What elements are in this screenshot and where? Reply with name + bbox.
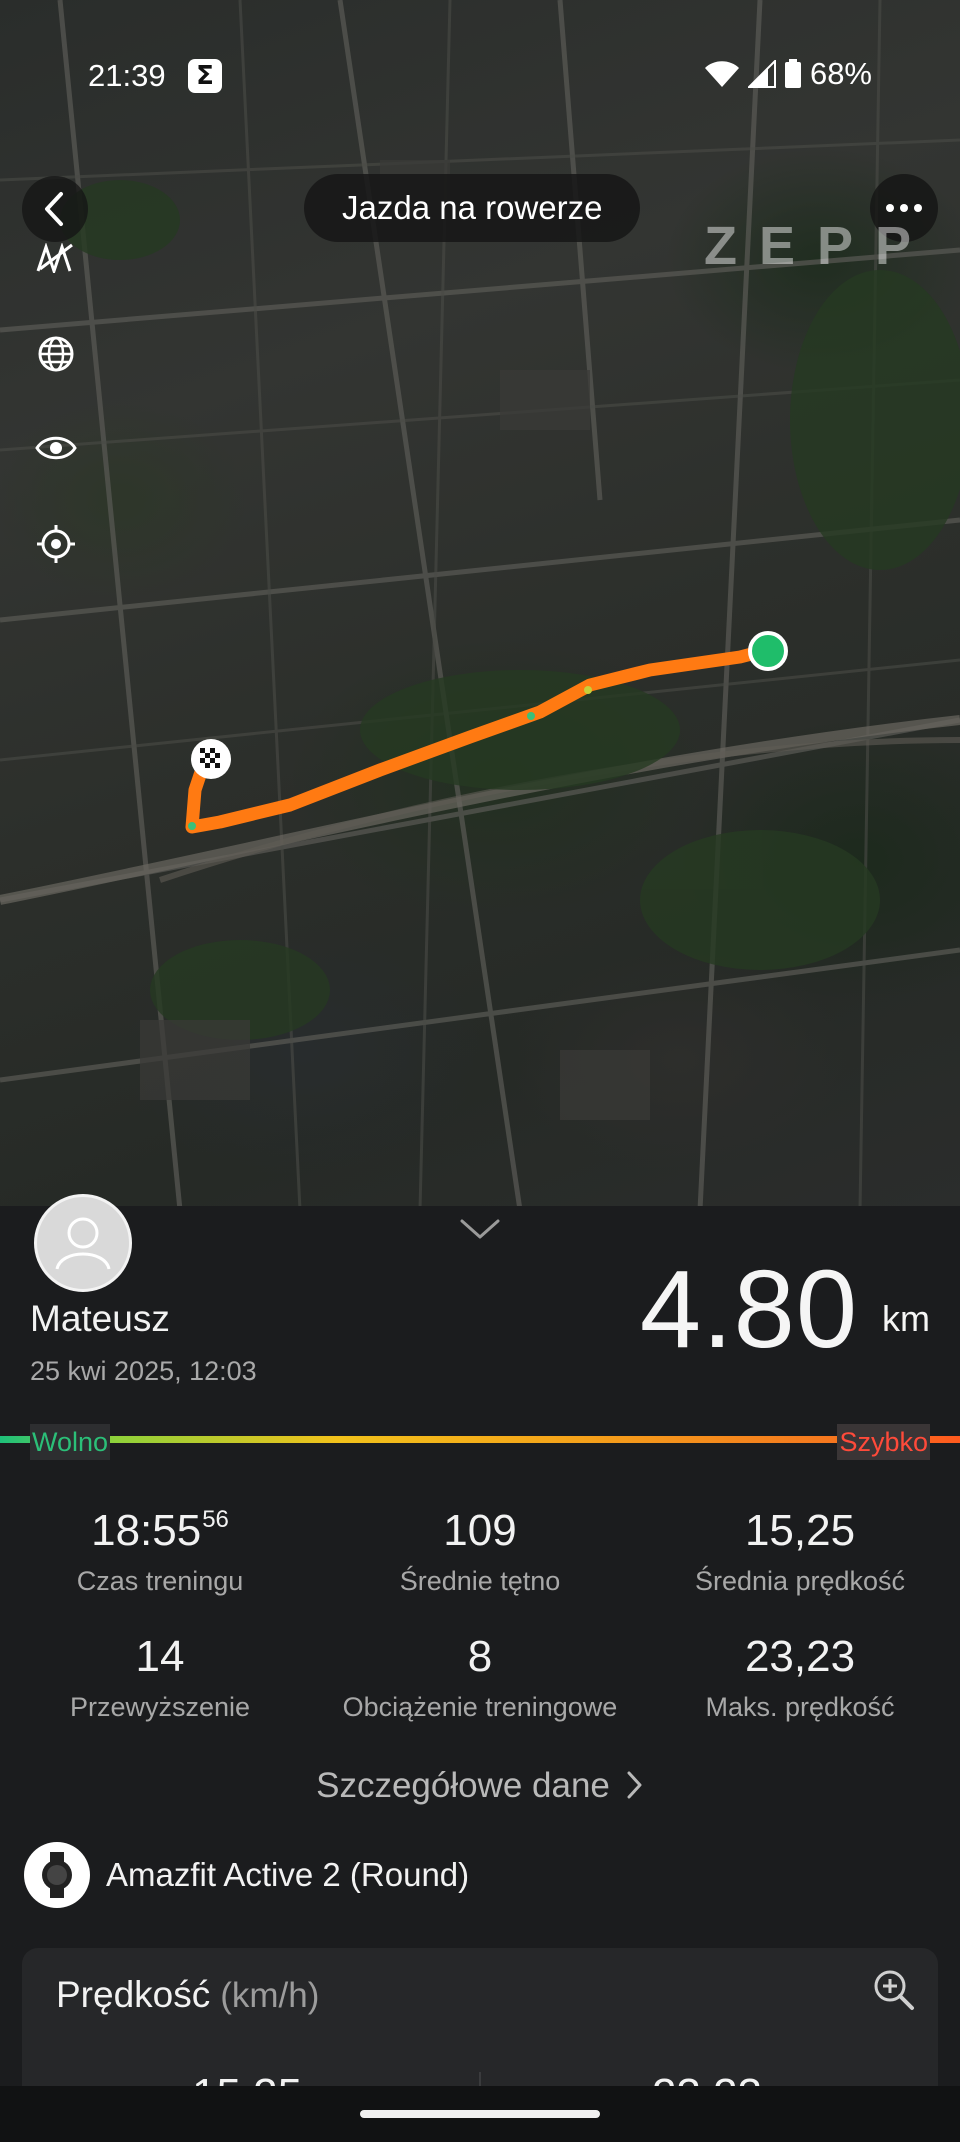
workout-type-title[interactable]: Jazda na rowerze [304, 174, 641, 242]
workout-date: 25 kwi 2025, 12:03 [30, 1356, 257, 1386]
stat-avg-heart-rate: 109 Średnie tętno [320, 1506, 640, 1597]
stat-label: Przewyższenie [69, 1692, 251, 1722]
speed-gradient-bar [0, 1436, 960, 1443]
stat-value: 8 [467, 1632, 493, 1681]
speed-card-unit: (km/h) [220, 1976, 320, 2015]
collapse-panel-icon[interactable] [458, 1216, 502, 1242]
stat-label: Maks. prędkość [705, 1692, 895, 1722]
wifi-icon [704, 61, 739, 87]
speed-fast-label: Szybko [837, 1424, 930, 1460]
locate-button[interactable] [30, 518, 82, 570]
stat-value: 109 [443, 1506, 517, 1555]
stat-elevation-gain: 14 Przewyższenie [0, 1632, 320, 1723]
avatar[interactable] [34, 1194, 132, 1292]
stat-value: 14 [135, 1632, 185, 1681]
map-layer-icon [36, 243, 73, 273]
distance-value: 4.80 [639, 1248, 858, 1371]
visibility-button[interactable] [30, 422, 82, 474]
start-marker [748, 631, 788, 671]
stat-training-load: 8 Obciążenie treningowe [320, 1632, 640, 1723]
device-row[interactable]: Amazfit Active 2 (Round) [24, 1842, 469, 1908]
globe-button[interactable] [30, 328, 82, 380]
globe-icon [38, 336, 74, 372]
battery-icon [784, 59, 801, 88]
user-name: Mateusz [30, 1298, 170, 1339]
clock: 21:39 [88, 58, 166, 93]
detailed-data-link[interactable]: Szczegółowe dane [0, 1766, 960, 1806]
zoom-in-icon[interactable] [872, 1968, 916, 2012]
speed-slow-label: Wolno [30, 1424, 111, 1460]
route-map[interactable]: 21:39 Σ 68% Jazda na rowerze ZEPP [0, 0, 960, 1210]
more-icon [886, 204, 922, 212]
map-layer-button[interactable] [30, 232, 82, 284]
eye-icon [35, 436, 77, 460]
battery-percent: 68% [809, 56, 872, 91]
home-indicator[interactable] [360, 2110, 600, 2118]
finish-flag-icon [191, 739, 231, 779]
chevron-right-icon [627, 1771, 642, 1799]
user-silhouette-icon [55, 1217, 111, 1270]
stat-training-time: 18:5556 Czas treningu [0, 1506, 320, 1597]
stat-label: Średnie tętno [399, 1566, 561, 1596]
locate-icon [37, 525, 75, 563]
stat-value-seconds: 56 [202, 1506, 229, 1533]
stat-label: Średnia prędkość [694, 1566, 906, 1596]
stat-label: Czas treningu [76, 1566, 244, 1596]
workout-summary-panel: Mateusz 25 kwi 2025, 12:03 4.80 km Wolno… [0, 1194, 960, 2142]
distance-unit: km [882, 1298, 930, 1339]
stat-value: 23,23 [744, 1632, 856, 1681]
zepp-watermark: ZEPP [704, 216, 934, 276]
status-bar: 21:39 Σ 68% [0, 0, 960, 150]
stat-avg-speed: 15,25 Średnia prędkość [640, 1506, 960, 1597]
stat-value: 15,25 [744, 1506, 856, 1555]
signal-icon [747, 60, 776, 88]
stat-max-speed: 23,23 Maks. prędkość [640, 1632, 960, 1723]
speed-card-title: Prędkość [56, 1974, 211, 2015]
chevron-left-icon [45, 192, 63, 226]
notification-app-icon: Σ [188, 59, 222, 93]
stat-value: 18:55 [91, 1506, 202, 1555]
stat-label: Obciążenie treningowe [342, 1692, 618, 1722]
detailed-data-label: Szczegółowe dane [316, 1766, 610, 1805]
watch-icon [24, 1842, 90, 1908]
device-name: Amazfit Active 2 (Round) [106, 1856, 470, 1893]
